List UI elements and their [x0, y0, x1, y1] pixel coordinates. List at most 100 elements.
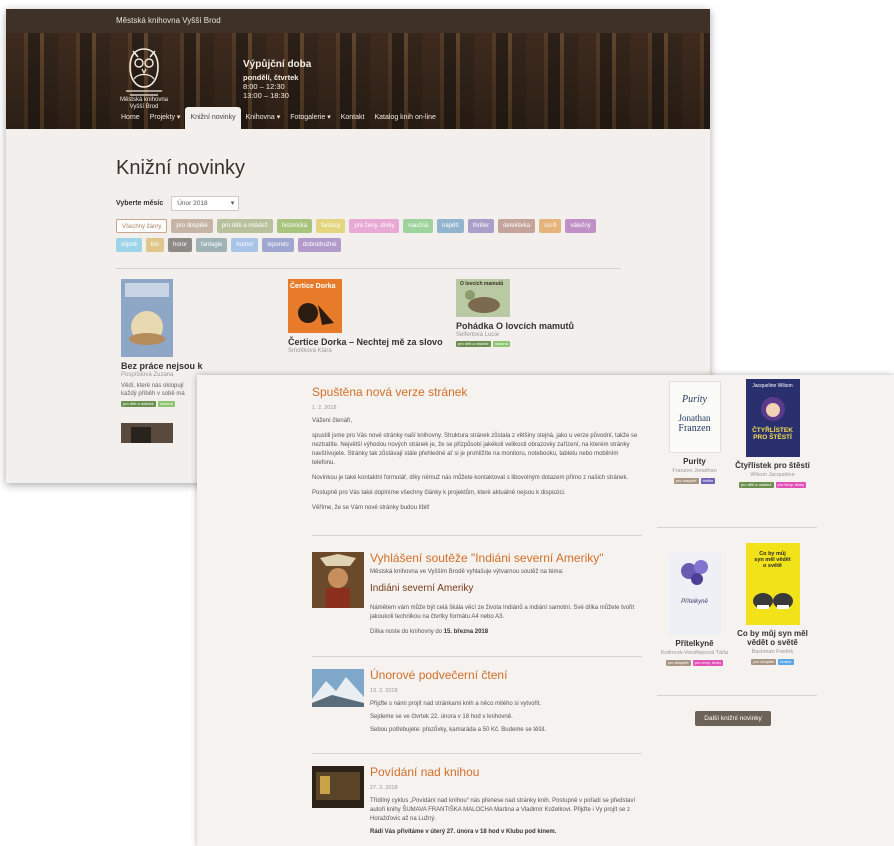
sidebar-book-card[interactable]: Purity Jonathan Franzen Purity Franzen J…	[657, 381, 732, 484]
news-title[interactable]: Únorové podvečerní čtení	[370, 668, 642, 682]
main-nav: Home Projekty ▾ Knižní novinky Knihovna …	[116, 107, 441, 129]
book-tag[interactable]: pro děti a mládež	[456, 341, 491, 347]
sidebar-book-card[interactable]: Přítelkyně Přítelkyně Kotinová-Vondřejco…	[657, 543, 732, 666]
genre-tag[interactable]: detektivka	[498, 219, 536, 233]
book-author: Backman Fredrik	[751, 649, 794, 655]
book-card[interactable]: O lovcích mamutů Pohádka O lovcích mamut…	[456, 279, 574, 347]
book-title[interactable]: Přítelkyně	[657, 639, 732, 648]
nav-home[interactable]: Home	[116, 107, 145, 129]
book-cover-image[interactable]	[121, 279, 173, 357]
news-deadline-line: Dílka noste do knihovny do 15. března 20…	[370, 628, 642, 637]
genre-filter-tags: Všechny žánry pro dospělé pro děti a mláde…	[116, 219, 621, 252]
cover-text: PRO ŠTĚSTÍ	[753, 434, 792, 441]
month-filter: Vyberte měsíc Únor 2018	[116, 196, 710, 211]
news-date: 1. 2. 2018	[312, 405, 337, 411]
genre-tag[interactable]: vtipné	[116, 238, 143, 252]
girl-illustration-icon	[760, 397, 785, 421]
news-deadline-date: 15. března 2018	[443, 629, 489, 635]
genre-tag[interactable]: pro dospělé	[171, 219, 213, 233]
news-thumbnail[interactable]	[312, 766, 364, 808]
hours-slot-2: 13:00 – 18:30	[243, 91, 289, 100]
book-title[interactable]: Pohádka O lovcích mamutů	[456, 321, 574, 331]
genre-tag-all[interactable]: Všechny žánry	[116, 219, 168, 233]
book-tag[interactable]: pro ženy, dívky	[692, 660, 724, 666]
news-paragraph: Novinkou je také kontaktní formulář, dík…	[312, 475, 629, 481]
month-select[interactable]: Únor 2018	[171, 196, 240, 211]
hours-slot-1: 8:00 – 12:30	[243, 82, 285, 91]
book-author: Franzen Jonathan	[672, 468, 717, 474]
divider	[657, 527, 817, 528]
book-tag[interactable]: pro děti a mládež	[121, 401, 156, 407]
cover-title-text: O lovcích mamutů	[460, 281, 504, 287]
divider	[312, 656, 642, 657]
genre-tag[interactable]: historická	[276, 219, 313, 233]
book-tag[interactable]: naučná	[492, 341, 510, 347]
news-paragraph: Postupně pro Vás také doplníme všechny č…	[312, 490, 566, 496]
book-title[interactable]: Čertice Dorka – Nechtej mě za slovo	[288, 337, 443, 347]
book-author: Smolíková Klára	[288, 348, 332, 354]
genre-tag[interactable]: leporelo	[262, 238, 294, 252]
nav-fotogalerie[interactable]: Fotogalerie ▾	[285, 107, 335, 129]
news-intro: Městská knihovna ve Vyšším Brodě vyhlašu…	[370, 569, 564, 575]
book-cover-image[interactable]: Přítelkyně	[668, 553, 721, 635]
news-date: 13. 2. 2018	[370, 688, 398, 694]
news-title[interactable]: Vyhlášení soutěže "Indiáni severní Ameri…	[370, 551, 642, 565]
book-cover-image[interactable]	[121, 423, 173, 443]
nav-projekty[interactable]: Projekty ▾	[145, 107, 186, 129]
book-card[interactable]: Bez práce nejsou k Pospíšilová Zuzana Vě…	[121, 279, 203, 445]
genre-tag[interactable]: horor	[168, 238, 193, 252]
news-paragraph: Sebou potřebujete: přezůvky, kamaráda a …	[370, 727, 546, 733]
book-tag[interactable]: pro dospělé	[751, 659, 777, 665]
book-desc-1: Vědí, které nás oklopují	[121, 383, 184, 389]
genre-tag[interactable]: napětí	[437, 219, 464, 233]
book-title[interactable]: Purity	[657, 457, 732, 466]
news-paragraph: spustili jsme pro Vás nové stránky naší …	[312, 433, 638, 466]
genre-tag[interactable]: sci-fi	[539, 219, 562, 233]
book-tag[interactable]: naučná	[157, 401, 175, 407]
news-paragraph: Vážení čtenáři,	[312, 418, 353, 424]
site-name[interactable]: Městská knihovna Vyšší Brod	[116, 16, 221, 25]
book-title[interactable]: Bez práce nejsou k	[121, 361, 203, 371]
genre-tag[interactable]: pro ženy, dívky	[349, 219, 400, 233]
more-new-books-button[interactable]: Další knižní novinky	[695, 711, 771, 726]
book-tag[interactable]: pro ženy, dívky	[775, 482, 807, 488]
cover-text: Jacqueline Wilson	[752, 383, 793, 389]
book-author: Pospíšilová Zuzana	[121, 372, 174, 378]
sidebar-book-card[interactable]: Co by můj syn měl vědět o světě Co by mů…	[735, 543, 810, 665]
book-tag[interactable]: humor	[778, 659, 794, 665]
nav-knihovna[interactable]: Knihovna ▾	[241, 107, 286, 129]
cover-text: Purity	[682, 394, 707, 405]
genre-tag[interactable]: fantagie	[196, 238, 228, 252]
nav-katalog[interactable]: Katalog knih on-line	[369, 107, 441, 129]
genre-tag[interactable]: dobrodružné	[297, 238, 342, 252]
book-title[interactable]: Čtyřlístek pro štěstí	[735, 461, 810, 470]
shoes-illustration-icon	[752, 593, 793, 609]
book-title[interactable]: Co by můj syn měl vědět o světě	[735, 629, 810, 647]
news-item: Spuštěna nová verze stránek 1. 2. 2018 V…	[312, 385, 642, 513]
book-card[interactable]: Čertice Dorka Čertice Dorka – Nechtej mě…	[288, 279, 443, 354]
book-tag[interactable]: pro dospělé	[665, 660, 691, 666]
genre-tag[interactable]: thriller	[467, 219, 495, 233]
genre-tag[interactable]: pro děti a mládež	[216, 219, 273, 233]
book-tag[interactable]: pro dospělé	[673, 478, 699, 484]
news-item: Povídání nad knihou 27. 2. 2018 Třídílný…	[370, 765, 650, 837]
news-thumbnail[interactable]	[312, 552, 364, 608]
book-tags: pro dospělé pro ženy, dívky	[657, 660, 732, 666]
nav-kontakt[interactable]: Kontakt	[336, 107, 370, 129]
book-cover-image[interactable]: Co by můj syn měl vědět o světě	[745, 543, 800, 625]
genre-tag[interactable]: fantasy	[316, 219, 346, 233]
news-paragraph: Třídílný cyklus „Povídání nad knihou“ ná…	[370, 798, 636, 822]
sidebar-book-card[interactable]: Jacqueline Wilson ČTYŘLÍSTEK PRO ŠTĚSTÍ …	[735, 379, 810, 488]
book-cover-image[interactable]: Purity Jonathan Franzen	[668, 381, 721, 453]
genre-tag[interactable]: naučná	[403, 219, 434, 233]
genre-tag[interactable]: válečný	[565, 219, 596, 233]
book-cover-image[interactable]: Jacqueline Wilson ČTYŘLÍSTEK PRO ŠTĚSTÍ	[745, 379, 800, 457]
nav-knizni-novinky[interactable]: Knižní novinky	[185, 107, 241, 129]
book-tag[interactable]: thriller	[700, 478, 716, 484]
news-title[interactable]: Povídání nad knihou	[370, 765, 650, 779]
book-tag[interactable]: pro děti a mládež	[738, 482, 774, 488]
genre-tag[interactable]: humor	[231, 238, 259, 252]
news-thumbnail[interactable]	[312, 669, 364, 707]
genre-tag[interactable]: bio	[146, 238, 165, 252]
news-title[interactable]: Spuštěna nová verze stránek	[312, 385, 642, 399]
